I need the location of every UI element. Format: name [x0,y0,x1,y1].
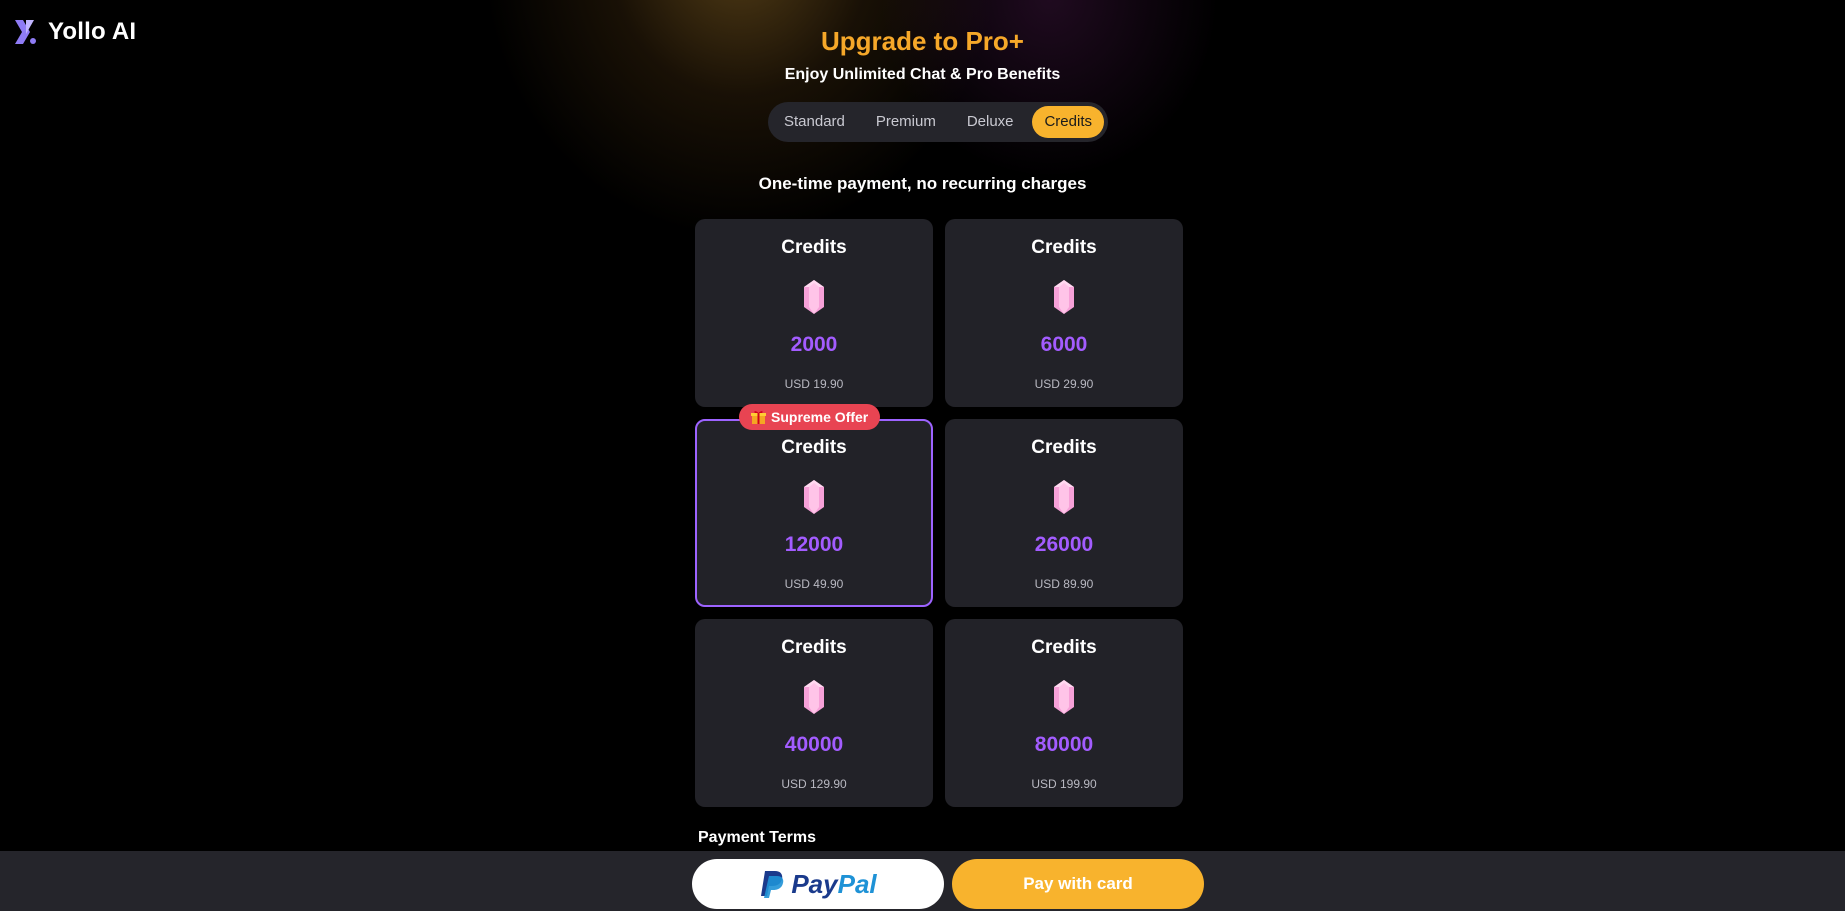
package-title: Credits [1031,637,1097,658]
package-card[interactable]: Credits 40000 USD 129.90 [695,619,933,807]
gem-icon [804,680,824,714]
package-title: Credits [1031,237,1097,258]
gem-icon [1054,480,1074,514]
paypal-icon [761,871,784,898]
package-amount: 80000 [1034,733,1094,756]
paypal-word-pay: Pay [791,868,838,899]
package-card[interactable]: Credits 2000 USD 19.90 [695,219,933,407]
tab-standard[interactable]: Standard [772,106,857,138]
gem-icon [804,280,824,314]
gem-icon [1054,680,1074,714]
tab-premium[interactable]: Premium [864,106,948,138]
badge-label: Supreme Offer [771,409,869,425]
paypal-wordmark: PayPal [791,869,876,900]
tab-deluxe[interactable]: Deluxe [955,106,1026,138]
package-amount: 40000 [784,733,844,756]
package-amount: 2000 [790,333,838,356]
supreme-offer-badge: Supreme Offer [739,404,881,430]
pay-with-card-button[interactable]: Pay with card [952,859,1204,909]
gem-icon [1054,280,1074,314]
credit-packages: Credits 2000 USD 19.90 Credits 6000 USD … [695,219,1183,807]
package-card[interactable]: Credits 80000 USD 199.90 [945,619,1183,807]
gem-icon [804,480,824,514]
package-card[interactable]: Credits 6000 USD 29.90 [945,219,1183,407]
paypal-word-pal: Pal [837,868,877,899]
package-price: USD 29.90 [1034,377,1094,391]
package-price: USD 19.90 [784,377,844,391]
plan-tabs: Standard Premium Deluxe Credits [768,102,1108,142]
gift-icon [751,410,766,424]
page-title: Upgrade to Pro+ [821,26,1024,56]
paypal-button[interactable]: PayPal [692,859,944,909]
package-card-selected[interactable]: Supreme Offer Credits 12000 USD 49.90 [695,404,933,607]
package-title: Credits [781,637,847,658]
package-amount: 6000 [1040,333,1088,356]
page: Yollo AI Upgrade to Pro+ Enjoy Unlimited… [0,0,1845,911]
package-price: USD 129.90 [781,777,847,791]
tab-credits[interactable]: Credits [1032,106,1104,138]
package-price: USD 89.90 [1034,577,1094,591]
package-price: USD 49.90 [784,577,844,591]
package-amount: 12000 [784,533,844,556]
package-title: Credits [781,237,847,258]
payment-note: One-time payment, no recurring charges [758,174,1087,193]
package-price: USD 199.90 [1031,777,1097,791]
package-title: Credits [781,437,847,458]
package-amount: 26000 [1034,533,1094,556]
payment-terms-heading[interactable]: Payment Terms [698,829,816,847]
package-card[interactable]: Credits 26000 USD 89.90 [945,419,1183,607]
page-subtitle: Enjoy Unlimited Chat & Pro Benefits [784,66,1061,83]
package-title: Credits [1031,437,1097,458]
